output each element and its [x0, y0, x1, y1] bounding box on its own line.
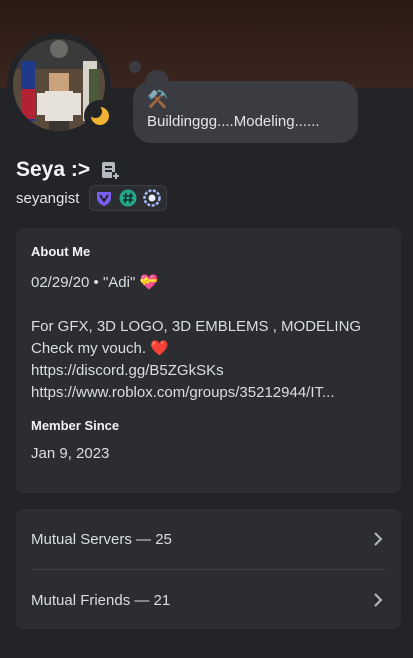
badge-list: [89, 185, 168, 211]
mutual-servers-row[interactable]: Mutual Servers — 25: [16, 509, 401, 569]
red-heart-icon: ❤️: [150, 340, 169, 357]
status-indicator: [84, 100, 116, 132]
hashtag-badge-icon[interactable]: [118, 188, 138, 208]
chevron-right-icon: [374, 532, 383, 546]
about-me-title: About Me: [31, 244, 91, 259]
chevron-right-icon: [374, 593, 383, 607]
discord-invite-link[interactable]: https://discord.gg/B5ZGkSKs: [31, 360, 386, 382]
username-row: seyangist: [16, 185, 168, 211]
hammer-pick-icon: ⚒️: [147, 90, 169, 109]
heart-ribbon-icon: 💝: [139, 274, 159, 291]
add-note-icon[interactable]: [100, 160, 121, 180]
about-line-date: 02/29/20 • "Adi" 💝: [31, 272, 386, 294]
hypesquad-balance-icon[interactable]: [94, 188, 114, 208]
status-bubble-dot-small: [129, 61, 141, 73]
nitro-laurel-icon[interactable]: [142, 188, 162, 208]
roblox-group-link[interactable]: https://www.roblox.com/groups/35212944/I…: [31, 382, 386, 404]
display-name[interactable]: Seya :>: [16, 158, 90, 182]
about-line-vouch: Check my vouch. ❤️: [31, 338, 386, 360]
custom-status-text: Buildinggg....Modeling......: [147, 113, 320, 130]
about-vouch-text: Check my vouch.: [31, 340, 147, 357]
mutuals-card: Mutual Servers — 25 Mutual Friends — 21: [16, 509, 401, 629]
mutual-friends-row[interactable]: Mutual Friends — 21: [16, 570, 401, 630]
name-row: Seya :>: [16, 156, 121, 184]
mutual-friends-label: Mutual Friends — 21: [31, 591, 171, 609]
custom-status-bubble: ⚒️ Buildinggg....Modeling......: [133, 81, 358, 143]
mutual-servers-label: Mutual Servers — 25: [31, 530, 172, 548]
about-line-services: For GFX, 3D LOGO, 3D EMBLEMS , MODELING: [31, 318, 362, 335]
idle-moon-icon: [89, 105, 109, 125]
username[interactable]: seyangist: [16, 190, 79, 207]
about-date-text: 02/29/20 • "Adi": [31, 274, 136, 291]
about-me-card: About Me 02/29/20 • "Adi" 💝 For GFX, 3D …: [16, 228, 401, 493]
member-since-title: Member Since: [31, 418, 120, 433]
member-since-date: Jan 9, 2023: [31, 445, 110, 462]
